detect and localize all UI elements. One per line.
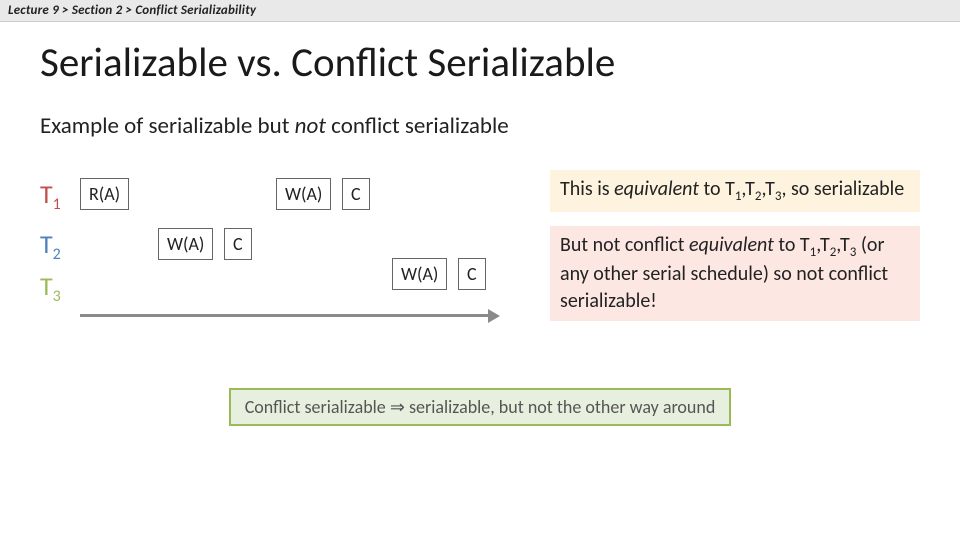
op-t1-c: C — [342, 178, 370, 210]
n2d: ,T — [816, 233, 829, 257]
t-sub: 2 — [53, 245, 61, 264]
note-not-conflict: But not conflict equivalent to T1,T2,T3 … — [550, 226, 920, 322]
op-t1-wa: W(A) — [276, 178, 331, 210]
n2b: equivalent — [689, 233, 774, 257]
label-t3: T3 — [40, 270, 61, 306]
subtitle-not: not — [295, 112, 326, 140]
n1f: , so serializable — [781, 177, 904, 201]
n2e: ,T — [836, 233, 849, 257]
n1d: ,T — [741, 177, 754, 201]
subtitle-post: conflict serializable — [326, 112, 509, 140]
label-t2: T2 — [40, 228, 61, 264]
slide-subtitle: Example of serializable but not conflict… — [40, 112, 920, 140]
subtitle-pre: Example of serializable but — [40, 112, 295, 140]
note-serializable: This is equivalent to T1,T2,T3, so seria… — [550, 170, 920, 212]
t-sub: 3 — [53, 287, 61, 306]
op-t3-c: C — [458, 258, 486, 290]
n2a: But not conflict — [560, 233, 689, 257]
slide-body: Serializable vs. Conflict Serializable E… — [0, 22, 960, 426]
op-t3-wa: W(A) — [392, 258, 447, 290]
schedule-diagram: T1 T2 T3 R(A) W(A) C W(A) C W(A) C — [40, 170, 520, 350]
op-t2-c: C — [224, 228, 252, 260]
notes: This is equivalent to T1,T2,T3, so seria… — [550, 170, 920, 321]
t-sub: 1 — [53, 195, 61, 214]
n1e: ,T — [761, 177, 774, 201]
time-arrow — [80, 314, 490, 317]
op-t2-wa: W(A) — [158, 228, 213, 260]
n1a: This is — [560, 177, 614, 201]
label-t1: T1 — [40, 178, 61, 214]
t-letter: T — [40, 228, 53, 260]
t-letter: T — [40, 178, 53, 210]
op-t1-ra: R(A) — [80, 178, 129, 210]
n1c: to T — [699, 177, 735, 201]
t-letter: T — [40, 270, 53, 302]
breadcrumb: Lecture 9 > Section 2 > Conflict Seriali… — [0, 0, 960, 22]
n1b: equivalent — [614, 177, 699, 201]
callout-box: Conflict serializable ⇒ serializable, bu… — [229, 388, 732, 426]
slide-title: Serializable vs. Conflict Serializable — [40, 38, 920, 88]
n2c: to T — [774, 233, 810, 257]
